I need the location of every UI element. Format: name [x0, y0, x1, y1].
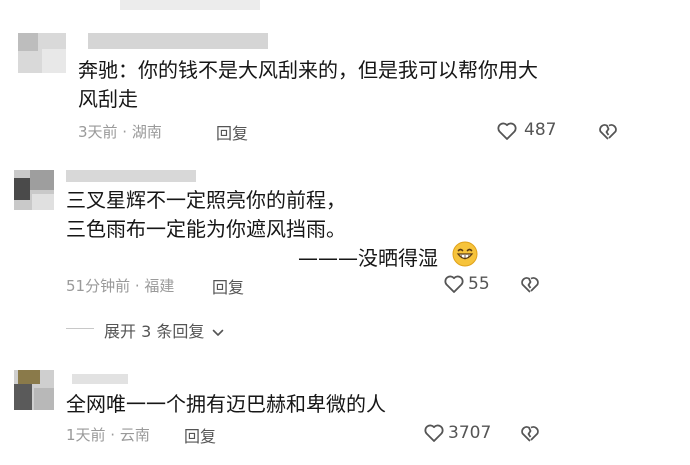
heart-outline-icon[interactable]	[422, 421, 446, 445]
comment-text: 全网唯一一个拥有迈巴赫和卑微的人	[66, 392, 386, 416]
like-count: 55	[468, 274, 490, 294]
username-redacted[interactable]	[72, 374, 128, 384]
heart-outline-icon[interactable]	[442, 272, 466, 296]
username-redacted[interactable]	[66, 170, 196, 182]
like-count: 3707	[448, 423, 492, 443]
expand-replies-divider	[66, 328, 94, 329]
comment-meta: 51分钟前 · 福建	[66, 277, 175, 295]
reply-button[interactable]: 回复	[216, 120, 248, 144]
broken-heart-icon[interactable]	[596, 119, 620, 143]
username-redacted[interactable]	[88, 33, 268, 49]
avatar[interactable]	[18, 33, 66, 73]
comment-meta: 1天前 · 云南	[66, 426, 150, 444]
chevron-down-icon	[211, 326, 225, 340]
comment-text: 三叉星辉不一定照亮你的前程， 三色雨布一定能为你遮风挡雨。	[66, 188, 346, 241]
comment-signature: ———没晒得湿	[298, 246, 438, 270]
reply-button[interactable]: 回复	[184, 423, 216, 447]
comment-text: 奔驰：你的钱不是大风刮来的，但是我可以帮你用大 风刮走	[78, 58, 538, 111]
redacted-header	[120, 0, 260, 10]
expand-replies-label: 展开 3 条回复	[104, 322, 205, 341]
heart-outline-icon[interactable]	[495, 119, 519, 143]
comment-meta: 3天前 · 湖南	[78, 123, 162, 141]
reply-button[interactable]: 回复	[212, 274, 244, 298]
like-count: 487	[524, 120, 557, 140]
broken-heart-icon[interactable]	[518, 421, 542, 445]
avatar[interactable]	[14, 370, 54, 410]
grin-emoji-icon	[452, 241, 478, 271]
avatar[interactable]	[14, 170, 54, 210]
expand-replies-button[interactable]: 展开 3 条回复	[104, 318, 225, 342]
broken-heart-icon[interactable]	[518, 272, 542, 296]
